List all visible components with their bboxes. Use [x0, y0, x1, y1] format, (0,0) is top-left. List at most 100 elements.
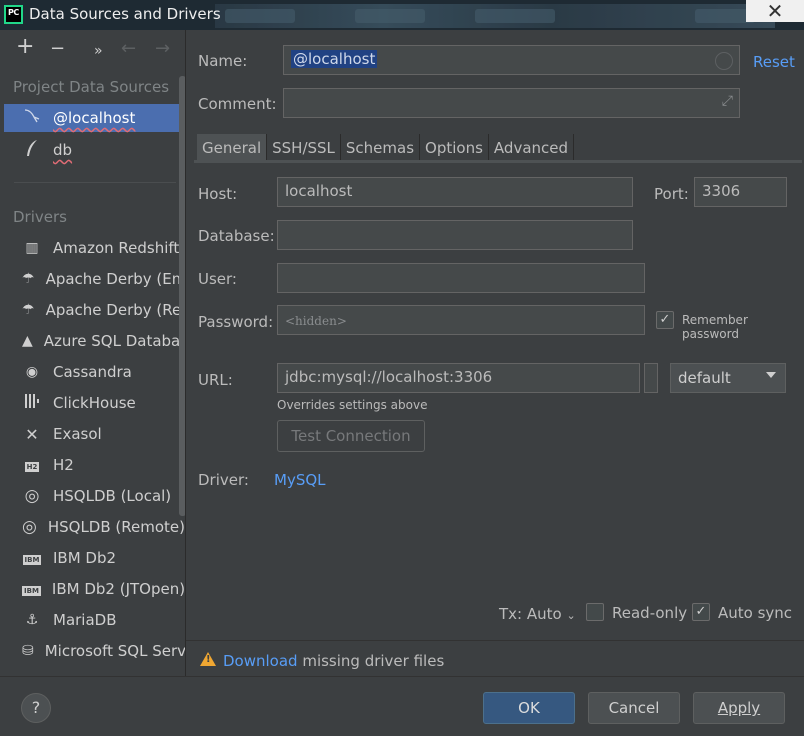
- tab-schemas[interactable]: Schemas: [340, 134, 421, 161]
- window-title: Data Sources and Drivers: [29, 5, 221, 23]
- driver-item-clickhouse[interactable]: ClickHouse: [4, 389, 184, 417]
- remember-password-label: Remember password: [682, 313, 748, 341]
- remove-icon[interactable]: −: [50, 40, 65, 58]
- driver-label: Exasol: [53, 425, 102, 443]
- driver-label: HSQLDB (Remote): [47, 518, 185, 536]
- user-field[interactable]: [277, 263, 645, 293]
- url-field[interactable]: jdbc:mysql://localhost:3306: [277, 363, 640, 393]
- mssql-icon: ⛁: [22, 643, 34, 659]
- driver-item-hsqldb-remote[interactable]: ◎ HSQLDB (Remote): [4, 513, 185, 541]
- driver-item-cassandra[interactable]: ◉ Cassandra: [4, 358, 184, 386]
- password-field[interactable]: <hidden>: [277, 305, 645, 335]
- user-label: User:: [198, 270, 237, 288]
- drivers-title: Drivers: [13, 208, 67, 226]
- redshift-icon: ▥: [25, 240, 39, 256]
- warning-icon: [200, 652, 216, 666]
- add-icon[interactable]: +: [16, 36, 34, 58]
- more-icon[interactable]: »: [94, 42, 103, 60]
- ok-button[interactable]: OK: [483, 692, 575, 724]
- driver-label: MariaDB: [53, 611, 117, 629]
- tab-options[interactable]: Options: [420, 134, 489, 161]
- tab-general[interactable]: General: [197, 134, 268, 161]
- url-hint: Overrides settings above: [277, 398, 428, 412]
- driver-label: IBM Db2 (JTOpen): [51, 580, 186, 598]
- driver-label: Apache Derby (Emb: [45, 270, 186, 288]
- database-label: Database:: [198, 227, 275, 245]
- sidebar-item-label: @localhost: [53, 109, 136, 127]
- reset-link[interactable]: Reset: [753, 53, 795, 71]
- download-link[interactable]: Download: [223, 652, 298, 670]
- driver-label: Driver:: [198, 471, 249, 489]
- derby-hat-icon: ☂: [22, 302, 35, 318]
- pycharm-app-icon: PC: [4, 5, 23, 24]
- back-arrow-icon[interactable]: ←: [121, 40, 136, 58]
- driver-item-azure-sql[interactable]: ▲ Azure SQL Databas: [4, 327, 186, 355]
- title-bar: PC Data Sources and Drivers ✕: [0, 0, 804, 30]
- warning-text: missing driver files: [297, 652, 445, 670]
- h2-icon: H2: [24, 462, 40, 472]
- driver-item-apache-derby-remote[interactable]: ☂ Apache Derby (Ren: [4, 296, 186, 324]
- read-only-label: Read-only: [612, 604, 688, 622]
- sidebar-item-db[interactable]: db: [4, 136, 184, 164]
- host-field[interactable]: localhost: [277, 177, 633, 207]
- driver-item-ibm-db2[interactable]: IBM IBM Db2: [4, 544, 184, 572]
- auto-sync-checkbox[interactable]: ✓: [692, 603, 710, 621]
- url-mode-value: default: [678, 369, 731, 387]
- chevron-down-icon: [766, 372, 776, 378]
- tab-ssh-ssl[interactable]: SSH/SSL: [267, 134, 341, 161]
- remember-password-checkbox[interactable]: ✓: [656, 311, 674, 329]
- driver-link[interactable]: MySQL: [274, 471, 326, 489]
- database-field[interactable]: [277, 220, 633, 250]
- driver-item-hsqldb-local[interactable]: ◎ HSQLDB (Local): [4, 482, 184, 510]
- url-mode-dropdown[interactable]: default: [670, 363, 786, 393]
- forward-arrow-icon[interactable]: →: [155, 40, 170, 58]
- driver-label: Apache Derby (Ren: [45, 301, 186, 319]
- color-circle-icon[interactable]: [715, 52, 733, 70]
- expand-icon[interactable]: ⤢: [722, 93, 733, 109]
- driver-item-exasol[interactable]: ✕ Exasol: [4, 420, 184, 448]
- driver-item-apache-derby-embedded[interactable]: ☂ Apache Derby (Emb: [4, 265, 186, 293]
- hsqldb-icon: ◎: [24, 486, 40, 506]
- read-only-checkbox[interactable]: [586, 603, 604, 621]
- comment-field[interactable]: ⤢: [283, 88, 740, 118]
- driver-label: Microsoft SQL Serv: [44, 642, 186, 660]
- derby-hat-icon: ☂: [22, 271, 35, 287]
- sqlite-feather-icon: [22, 139, 42, 161]
- driver-item-mssql[interactable]: ⛁ Microsoft SQL Serv: [4, 637, 186, 665]
- driver-item-h2[interactable]: H2 H2: [4, 451, 184, 479]
- driver-item-ibm-db2-jtopen[interactable]: IBM IBM Db2 (JTOpen): [4, 575, 186, 603]
- sidebar-toolbar: + − » ← →: [4, 30, 185, 70]
- test-connection-button[interactable]: Test Connection: [277, 420, 425, 452]
- azure-icon: ▲: [22, 333, 33, 349]
- port-field[interactable]: 3306: [694, 177, 787, 207]
- driver-item-mariadb[interactable]: ⚓ MariaDB: [4, 606, 184, 634]
- close-window-button[interactable]: ✕: [746, 0, 804, 22]
- sidebar-item-localhost[interactable]: @localhost: [4, 104, 184, 132]
- name-field[interactable]: @localhost: [283, 45, 740, 75]
- help-button[interactable]: ?: [21, 693, 51, 723]
- tab-underline: [194, 160, 802, 163]
- name-label: Name:: [198, 52, 248, 70]
- dialog-footer: ? OK Cancel Apply: [0, 676, 804, 736]
- tx-mode-dropdown[interactable]: Tx: Auto ⌄: [499, 605, 576, 623]
- driver-item-amazon-redshift[interactable]: ▥ Amazon Redshift: [4, 234, 184, 262]
- project-data-sources-title: Project Data Sources: [13, 78, 170, 96]
- driver-label: ClickHouse: [53, 394, 136, 412]
- chevron-down-icon: ⌄: [566, 609, 576, 622]
- url-extra-field[interactable]: [644, 363, 658, 393]
- background-window-blur: [215, 4, 775, 28]
- mariadb-seal-icon: ⚓: [25, 612, 39, 628]
- exasol-x-icon: ✕: [25, 424, 39, 444]
- cancel-button[interactable]: Cancel: [588, 692, 680, 724]
- sidebar-vertical-scrollbar[interactable]: [179, 76, 185, 516]
- password-label: Password:: [198, 313, 274, 331]
- mysql-dolphin-icon: [22, 108, 42, 128]
- comment-label: Comment:: [198, 95, 277, 113]
- tab-advanced[interactable]: Advanced: [488, 134, 575, 161]
- name-value: @localhost: [291, 50, 378, 68]
- cassandra-eye-icon: ◉: [25, 364, 39, 380]
- driver-label: Azure SQL Databas: [43, 332, 186, 350]
- apply-button[interactable]: Apply: [693, 692, 785, 724]
- settings-tabs: General SSH/SSL Schemas Options Advanced: [197, 134, 575, 161]
- host-label: Host:: [198, 185, 238, 203]
